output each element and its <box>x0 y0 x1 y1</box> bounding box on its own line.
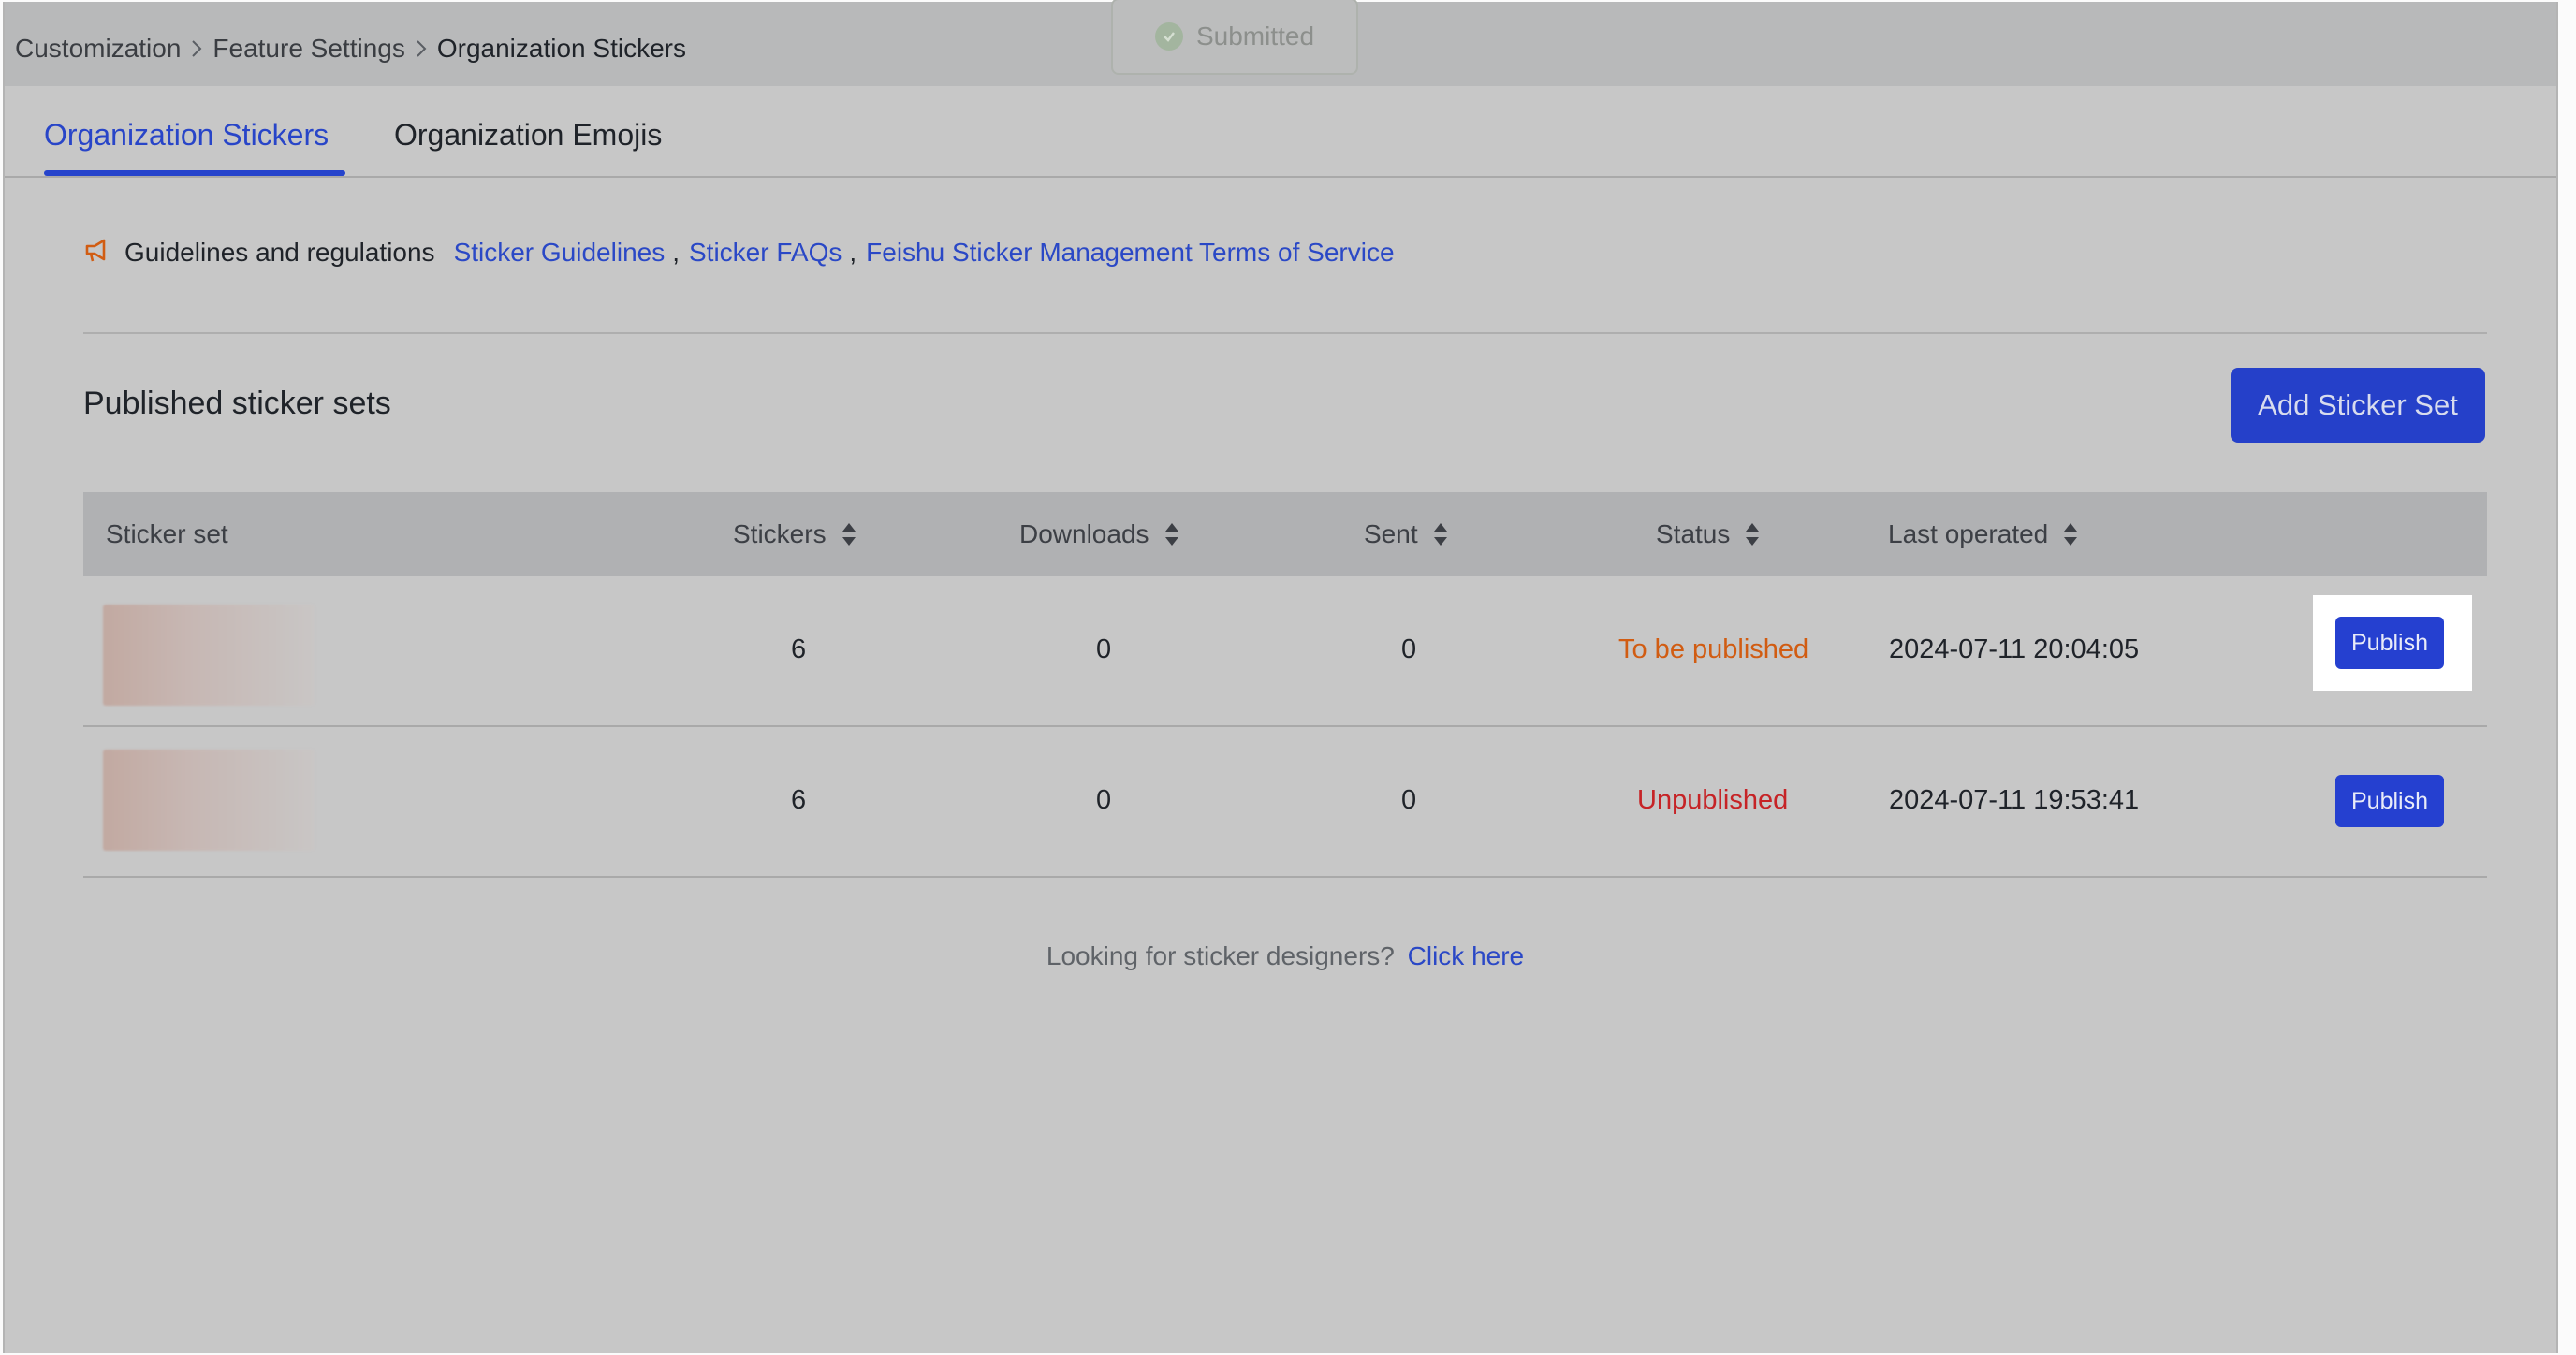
sort-icon[interactable] <box>2063 521 2078 547</box>
chevron-right-icon <box>405 30 437 67</box>
sent-count: 0 <box>1401 785 1417 815</box>
guidelines-bar: Guidelines and regulations Sticker Guide… <box>83 234 1395 271</box>
table-header: Sticker set Stickers Downloads Sent Stat… <box>83 492 2487 576</box>
column-label: Status <box>1656 519 1731 548</box>
footer-question: Looking for sticker designers? <box>1046 941 1395 970</box>
last-operated-time: 2024-07-11 20:04:05 <box>1889 634 2140 664</box>
section-title: Published sticker sets <box>83 386 391 421</box>
divider <box>83 332 2487 334</box>
last-operated-time: 2024-07-11 19:53:41 <box>1889 785 2140 815</box>
terms-of-service-link[interactable]: Feishu Sticker Management Terms of Servi… <box>866 238 1394 268</box>
breadcrumb: Customization Feature Settings Organizat… <box>15 30 686 67</box>
tab-bar: Organization Stickers Organization Emoji… <box>5 86 2556 178</box>
status-badge: Unpublished <box>1637 785 1789 815</box>
sticker-faqs-link[interactable]: Sticker FAQs <box>689 238 842 268</box>
app-window: Customization Feature Settings Organizat… <box>3 0 2558 1353</box>
column-sticker-set: Sticker set <box>106 492 228 576</box>
column-label: Downloads <box>1019 519 1149 548</box>
column-status[interactable]: Status <box>1656 492 1760 576</box>
breadcrumb-item-current: Organization Stickers <box>436 34 686 63</box>
column-sent[interactable]: Sent <box>1364 492 1448 576</box>
publish-button[interactable]: Publish <box>2335 775 2444 827</box>
stickers-count: 6 <box>791 634 807 664</box>
add-sticker-set-button[interactable]: Add Sticker Set <box>2231 368 2485 443</box>
active-tab-indicator <box>44 170 345 176</box>
breadcrumb-item-customization[interactable]: Customization <box>15 34 181 64</box>
stickers-count: 6 <box>791 785 807 815</box>
sort-icon[interactable] <box>1745 521 1760 547</box>
status-badge: To be published <box>1618 634 1809 664</box>
column-label: Sent <box>1364 519 1418 548</box>
tab-organization-stickers[interactable]: Organization Stickers <box>44 118 329 153</box>
toast-text: Submitted <box>1195 22 1315 51</box>
chevron-right-icon <box>181 30 212 67</box>
downloads-count: 0 <box>1096 634 1112 664</box>
column-downloads[interactable]: Downloads <box>1019 492 1179 576</box>
publish-button[interactable]: Publish <box>2335 617 2444 669</box>
designer-footer: Looking for sticker designers? Click her… <box>5 941 2566 971</box>
sort-icon[interactable] <box>1164 521 1179 547</box>
sticker-set-table: Sticker set Stickers Downloads Sent Stat… <box>83 492 2487 878</box>
megaphone-icon <box>83 236 111 270</box>
top-bar: Customization Feature Settings Organizat… <box>5 0 2556 86</box>
submitted-toast: Submitted <box>1111 0 1358 75</box>
sort-icon[interactable] <box>842 521 856 547</box>
column-stickers[interactable]: Stickers <box>733 492 856 576</box>
check-circle-icon <box>1154 22 1183 51</box>
separator: , <box>672 238 680 267</box>
sent-count: 0 <box>1401 634 1417 664</box>
sticker-set-thumbnail[interactable] <box>103 750 315 851</box>
separator: , <box>849 238 857 267</box>
column-label: Stickers <box>733 519 827 548</box>
column-label: Sticker set <box>106 519 228 548</box>
click-here-link[interactable]: Click here <box>1408 941 1524 970</box>
breadcrumb-item-feature-settings[interactable]: Feature Settings <box>212 34 404 64</box>
guidelines-label: Guidelines and regulations <box>124 238 435 267</box>
sticker-guidelines-link[interactable]: Sticker Guidelines <box>454 238 666 268</box>
downloads-count: 0 <box>1096 785 1112 815</box>
sticker-set-thumbnail[interactable] <box>103 605 315 706</box>
sort-icon[interactable] <box>1433 521 1448 547</box>
column-label: Last operated <box>1888 519 2049 548</box>
tab-organization-emojis[interactable]: Organization Emojis <box>394 118 662 153</box>
column-last-operated[interactable]: Last operated <box>1888 492 2078 576</box>
table-row: 6 0 0 To be published 2024-07-11 20:04:0… <box>83 576 2487 727</box>
table-row: 6 0 0 Unpublished 2024-07-11 19:53:41 Pu… <box>83 727 2487 878</box>
